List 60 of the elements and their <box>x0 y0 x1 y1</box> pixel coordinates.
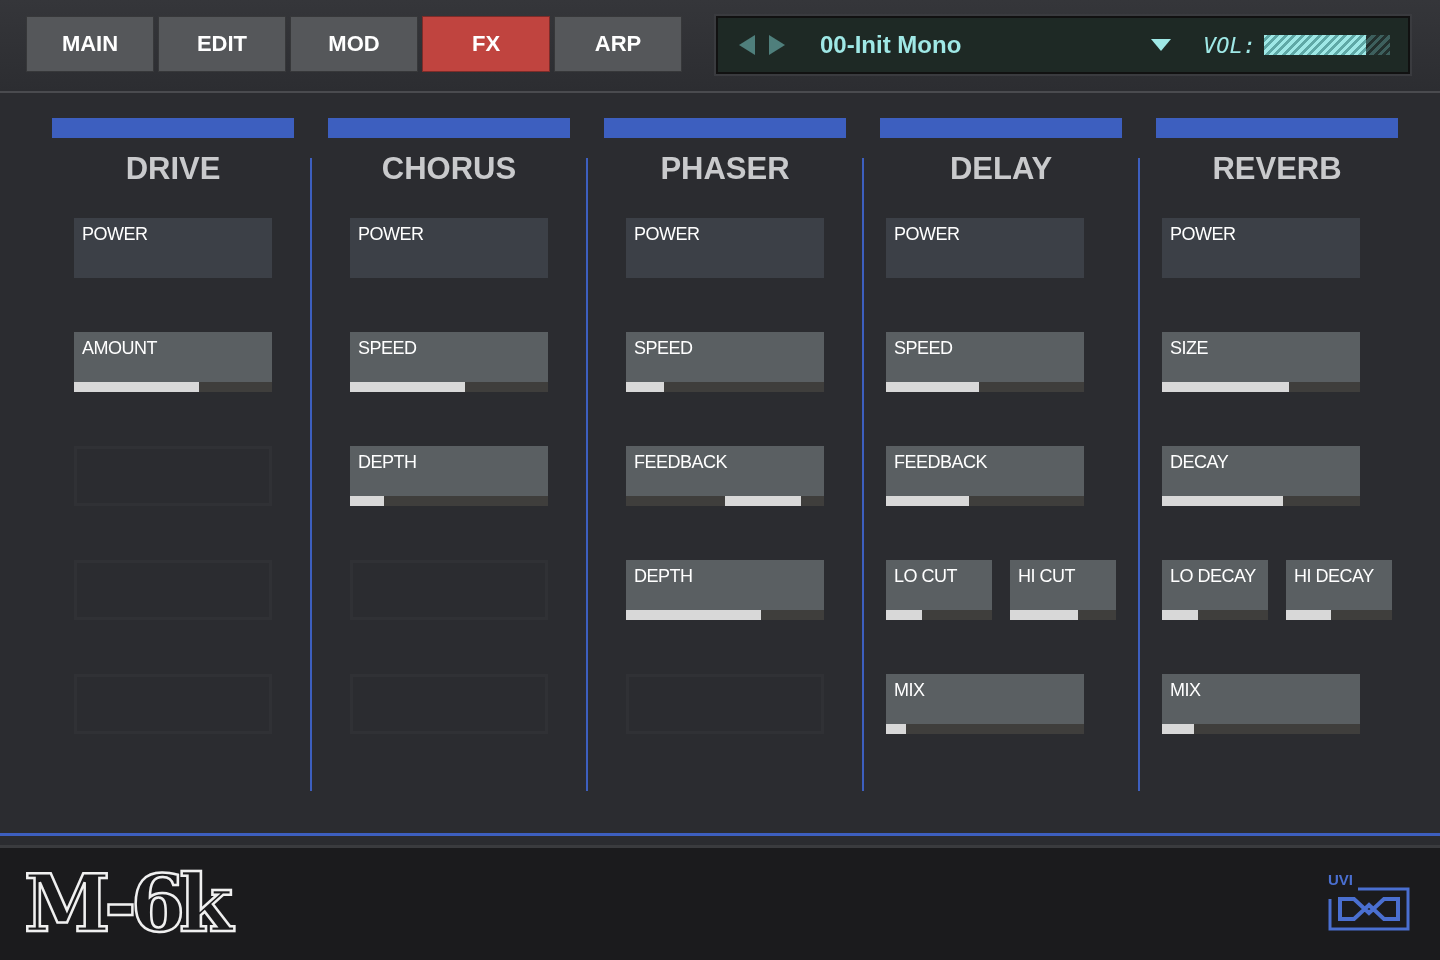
power-toggle[interactable]: POWER <box>1162 217 1360 278</box>
tab[interactable]: EDIT <box>158 16 286 72</box>
slider-control[interactable]: LO CUT <box>886 559 992 620</box>
power-toggle[interactable]: POWER <box>626 217 824 278</box>
slider-control[interactable]: DECAY <box>1162 445 1360 506</box>
slider-label: MIX <box>894 679 925 701</box>
module-title: PHASER <box>660 149 790 188</box>
slider-label: HI CUT <box>1018 565 1075 587</box>
slider-control[interactable]: HI CUT <box>1010 559 1116 620</box>
slider-control[interactable]: MIX <box>886 673 1084 734</box>
module-title: CHORUS <box>381 149 517 188</box>
toggle-label: POWER <box>1170 223 1236 245</box>
slider-control[interactable]: HI DECAY <box>1286 559 1392 620</box>
slider-control[interactable]: SPEED <box>350 331 548 392</box>
slider-label: AMOUNT <box>82 337 157 359</box>
tab[interactable]: MOD <box>290 16 418 72</box>
slider-control[interactable]: SPEED <box>626 331 824 392</box>
next-arrow-icon[interactable] <box>768 34 786 56</box>
slider-label: HI DECAY <box>1294 565 1374 587</box>
power-toggle[interactable]: POWER <box>350 217 548 278</box>
slider-label: SPEED <box>894 337 953 359</box>
slider-label: LO DECAY <box>1170 565 1256 587</box>
power-toggle[interactable]: POWER <box>74 217 272 278</box>
slider-control[interactable]: LO DECAY <box>1162 559 1268 620</box>
slider-label: LO CUT <box>894 565 957 587</box>
slider-label: SPEED <box>358 337 417 359</box>
slider-control[interactable]: AMOUNT <box>74 331 272 392</box>
slider-label: DEPTH <box>358 451 417 473</box>
slider-label: FEEDBACK <box>634 451 728 473</box>
slider-label: DEPTH <box>634 565 693 587</box>
previous-arrow-icon[interactable] <box>738 34 756 56</box>
module-title: DRIVE <box>125 149 221 188</box>
preset-name[interactable]: 00-Init Mono <box>820 31 1151 59</box>
infinity-logo-icon <box>1328 886 1410 931</box>
slider-control[interactable]: SIZE <box>1162 331 1360 392</box>
slider-label: FEEDBACK <box>894 451 988 473</box>
slider-control[interactable]: FEEDBACK <box>886 445 1084 506</box>
slider-control[interactable]: MIX <box>1162 673 1360 734</box>
tab[interactable]: ARP <box>554 16 682 72</box>
module-title: DELAY <box>949 149 1053 188</box>
slider-label: DECAY <box>1170 451 1229 473</box>
power-toggle[interactable]: POWER <box>886 217 1084 278</box>
slider-label: MIX <box>1170 679 1201 701</box>
slider-control[interactable]: FEEDBACK <box>626 445 824 506</box>
module-title: REVERB <box>1212 149 1342 188</box>
brand-logo-text: UVI <box>1328 871 1353 887</box>
slider-label: SPEED <box>634 337 693 359</box>
slider-label: SIZE <box>1170 337 1208 359</box>
volume-label: VOL: <box>1203 32 1256 58</box>
slider-control[interactable]: SPEED <box>886 331 1084 392</box>
dropdown-caret-icon[interactable] <box>1151 39 1171 51</box>
toggle-label: POWER <box>634 223 700 245</box>
tab[interactable]: FX <box>422 16 550 72</box>
slider-control[interactable]: DEPTH <box>350 445 548 506</box>
volume-meter[interactable] <box>1264 35 1390 55</box>
toggle-label: POWER <box>358 223 424 245</box>
tab[interactable]: MAIN <box>26 16 154 72</box>
toggle-label: POWER <box>82 223 148 245</box>
slider-control[interactable]: DEPTH <box>626 559 824 620</box>
toggle-label: POWER <box>894 223 960 245</box>
